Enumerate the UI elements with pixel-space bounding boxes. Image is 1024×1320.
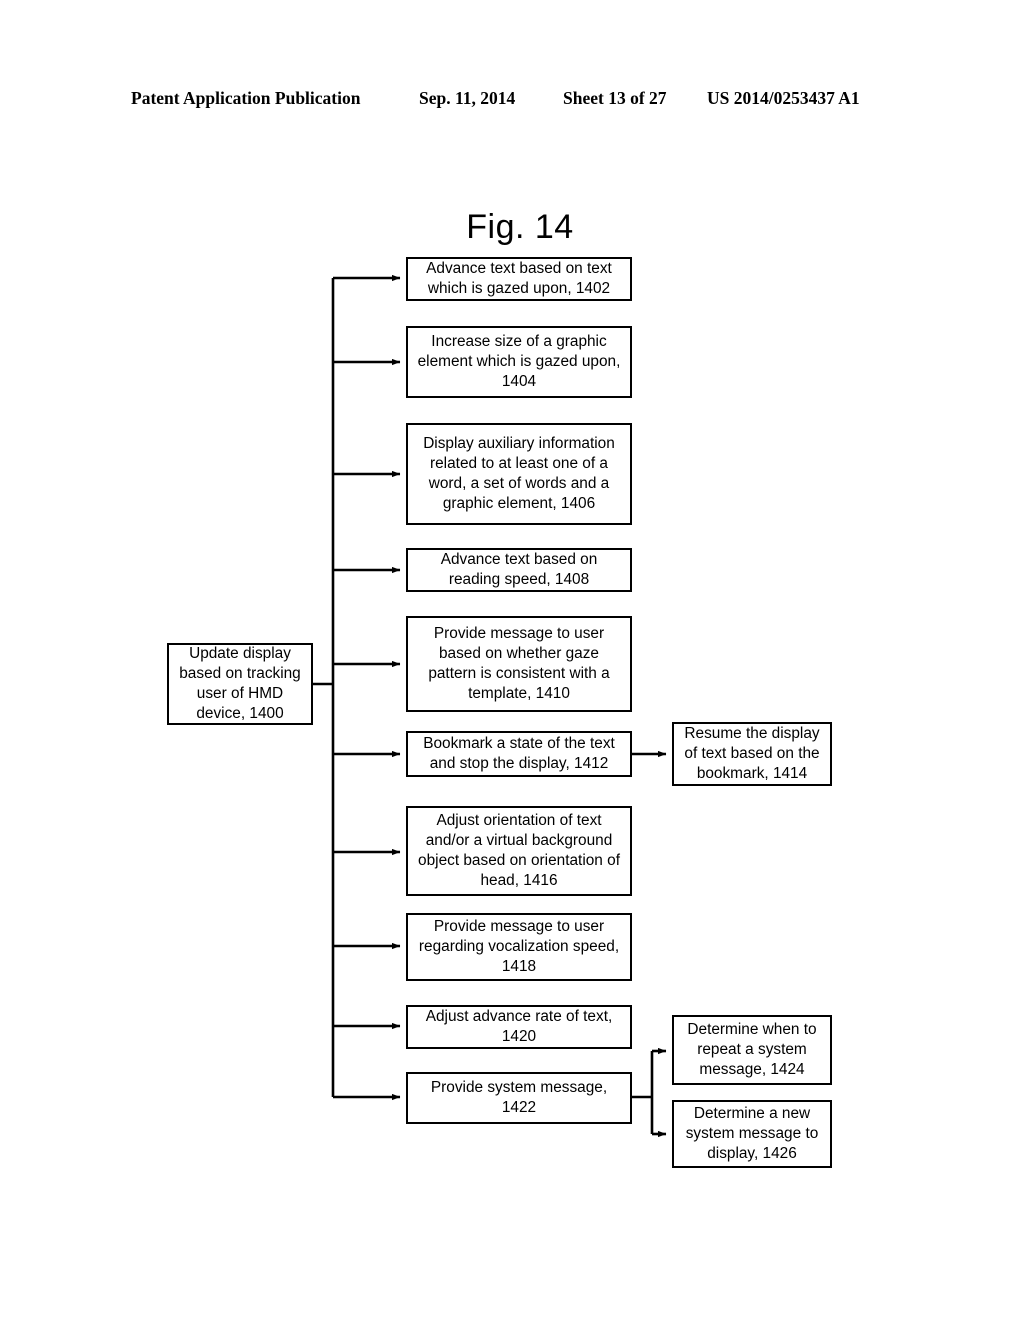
patent-drawing-page: Patent Application Publication Sep. 11, … [0,0,1024,1320]
flow-node-1404[interactable]: Increase size of a graphic element which… [406,326,632,398]
flow-node-1408-label: Advance text based on reading speed, 140… [440,551,598,588]
flow-node-1420[interactable]: Adjust advance rate of text, 1420 [406,1005,632,1049]
flowchart-diagram: Update display based on tracking user of… [0,0,1024,1320]
flow-node-1420-label: Adjust advance rate of text, 1420 [425,1008,613,1045]
flow-node-1422[interactable]: Provide system message, 1422 [406,1072,632,1124]
flow-node-1412[interactable]: Bookmark a state of the text and stop th… [406,731,632,777]
flow-node-1402[interactable]: Advance text based on text which is gaze… [406,257,632,301]
flow-node-1408[interactable]: Advance text based on reading speed, 140… [406,548,632,592]
flow-node-1416[interactable]: Adjust orientation of text and/or a virt… [406,806,632,896]
flow-node-1412-label: Bookmark a state of the text and stop th… [423,735,615,772]
flow-node-1418-label: Provide message to user regarding vocali… [418,918,620,975]
flow-node-1416-label: Adjust orientation of text and/or a virt… [418,812,620,889]
flow-node-1426[interactable]: Determine a new system message to displa… [672,1100,832,1168]
flow-node-1414-label: Resume the display of text based on the … [684,725,820,782]
flow-node-1404-label: Increase size of a graphic element which… [417,333,621,390]
flow-node-1424[interactable]: Determine when to repeat a system messag… [672,1015,832,1085]
flow-node-1424-label: Determine when to repeat a system messag… [687,1021,817,1078]
flow-node-1402-label: Advance text based on text which is gaze… [426,260,612,297]
flow-node-1414[interactable]: Resume the display of text based on the … [672,722,832,786]
flow-node-1418[interactable]: Provide message to user regarding vocali… [406,913,632,981]
flow-node-1406[interactable]: Display auxiliary information related to… [406,423,632,525]
flow-node-1406-label: Display auxiliary information related to… [423,435,615,512]
flow-node-1400-label: Update display based on tracking user of… [179,645,301,722]
flow-node-1426-label: Determine a new system message to displa… [685,1105,819,1162]
flow-node-1422-label: Provide system message, 1422 [430,1079,608,1116]
flow-node-1410[interactable]: Provide message to user based on whether… [406,616,632,712]
flow-node-1400[interactable]: Update display based on tracking user of… [167,643,313,725]
flow-node-1410-label: Provide message to user based on whether… [428,625,610,702]
